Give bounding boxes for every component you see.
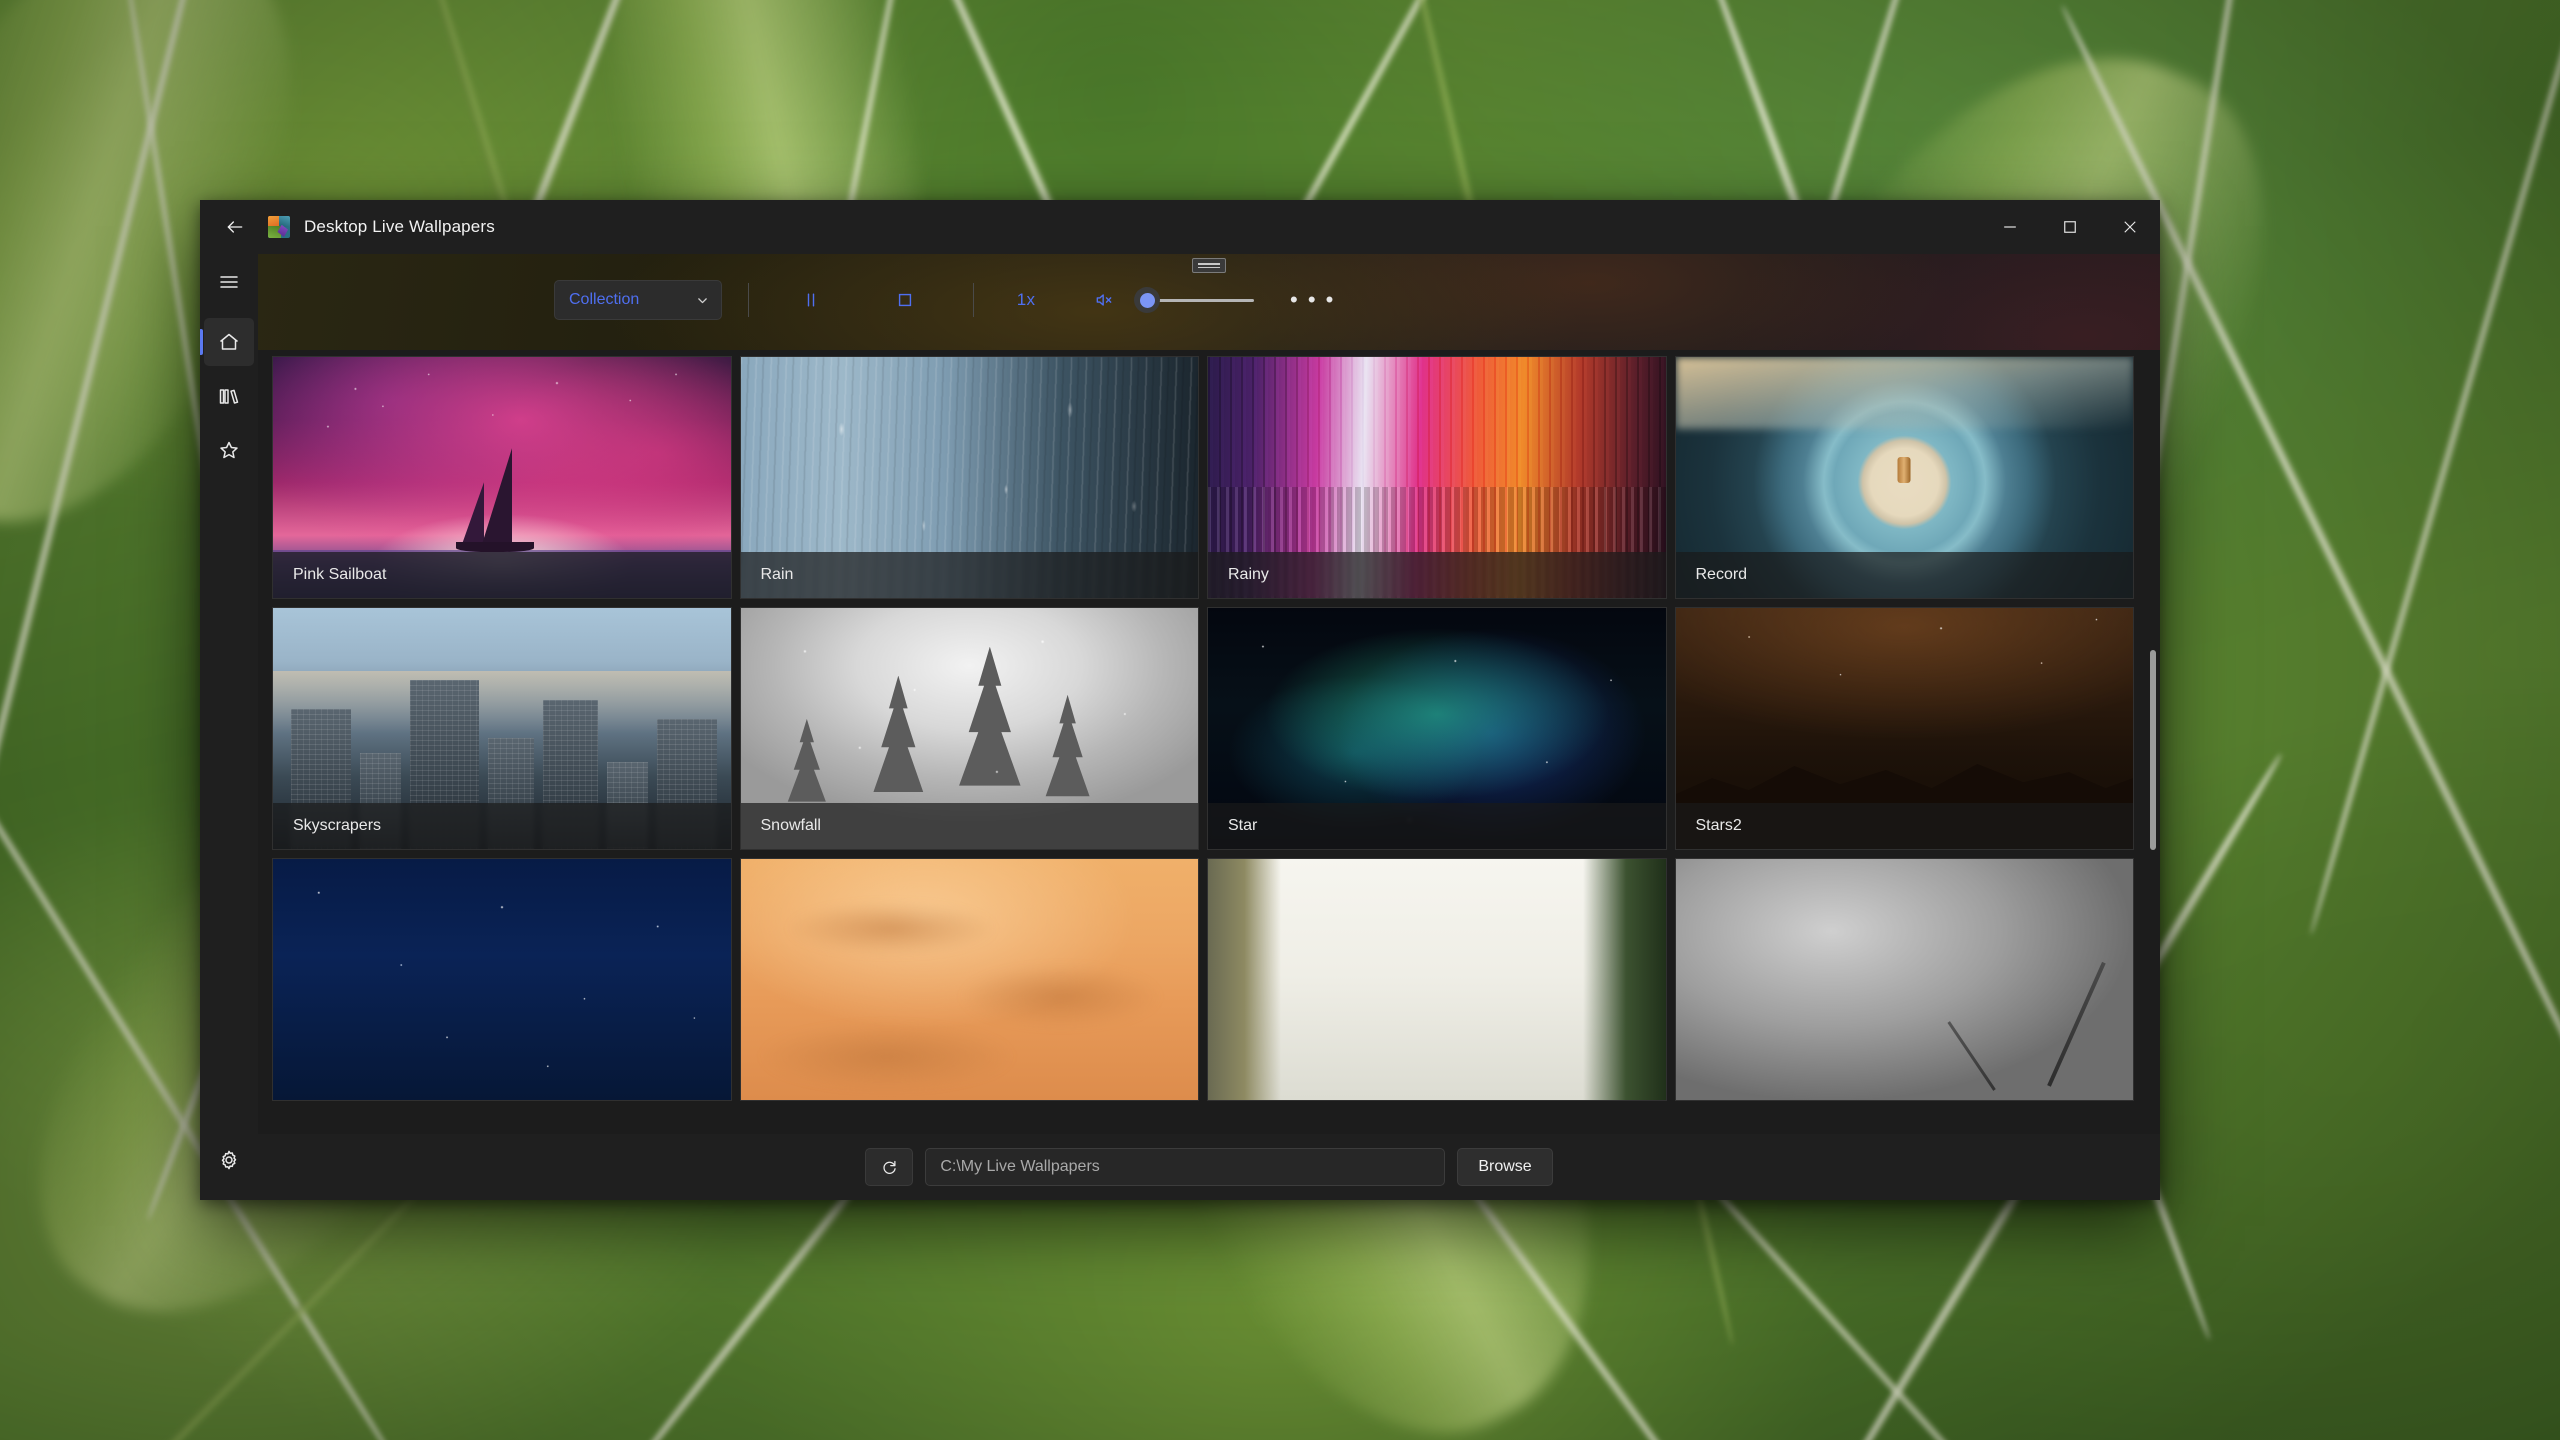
toolbar-divider-2 xyxy=(973,283,974,317)
volume-slider-thumb[interactable] xyxy=(1134,287,1160,313)
wallpaper-tile[interactable] xyxy=(739,858,1199,1101)
playback-toolbar: Collection 1x • • • xyxy=(258,280,2160,320)
tile-thumbnail xyxy=(740,859,1198,1100)
app-logo-icon xyxy=(268,216,290,238)
grid-scrollbar-thumb[interactable] xyxy=(2150,649,2156,850)
browse-button[interactable]: Browse xyxy=(1457,1148,1553,1186)
tile-thumbnail xyxy=(1675,859,2133,1100)
wallpaper-tile[interactable]: Pink Sailboat xyxy=(272,356,732,599)
tile-label: Stars2 xyxy=(1675,803,2133,849)
tile-label: Star xyxy=(1208,803,1666,849)
playback-speed-button[interactable]: 1x xyxy=(1004,280,1048,320)
content-area: Collection 1x • • • Pink Sailboat Rain R… xyxy=(258,254,2160,1200)
page-title: Desktop Live Wallpapers xyxy=(304,217,495,236)
tile-label: Rain xyxy=(740,552,1198,598)
window-controls xyxy=(1980,200,2160,254)
toolbar-divider-1 xyxy=(748,283,749,317)
tile-thumbnail xyxy=(273,859,731,1100)
maximize-button[interactable] xyxy=(2040,200,2100,254)
toolbar-drag-handle[interactable] xyxy=(1192,258,1226,273)
refresh-icon[interactable] xyxy=(865,1148,914,1186)
tile-label: Skyscrapers xyxy=(273,803,731,849)
window-body: Collection 1x • • • Pink Sailboat Rain R… xyxy=(200,254,2160,1200)
sidebar-item-favorites[interactable] xyxy=(204,426,254,474)
wallpaper-tile[interactable]: Snowfall xyxy=(739,607,1199,850)
tile-label: Record xyxy=(1675,552,2133,598)
volume-slider[interactable] xyxy=(1134,280,1254,320)
tile-label: Rainy xyxy=(1208,552,1666,598)
folder-path-input[interactable]: C:\My Live Wallpapers xyxy=(925,1148,1446,1186)
live-preview-toolbar-strip: Collection 1x • • • xyxy=(258,254,2160,350)
tile-label: Pink Sailboat xyxy=(273,552,731,598)
folder-path-bar: C:\My Live Wallpapers Browse xyxy=(258,1134,2160,1200)
browse-button-label: Browse xyxy=(1478,1158,1532,1175)
playback-speed-label: 1x xyxy=(1016,290,1036,309)
tile-label: Snowfall xyxy=(740,803,1198,849)
chevron-down-icon xyxy=(696,294,709,307)
wallpaper-grid-area: Pink Sailboat Rain Rainy Record Skyscrap… xyxy=(258,350,2160,1134)
wallpaper-tile[interactable]: Stars2 xyxy=(1674,607,2134,850)
wallpaper-tile[interactable]: Skyscrapers xyxy=(272,607,732,850)
wallpaper-tile[interactable]: Record xyxy=(1674,356,2134,599)
app-window: Desktop Live Wallpapers Collection 1x • … xyxy=(200,200,2160,1200)
more-options-button[interactable]: • • • xyxy=(1280,280,1345,320)
wallpaper-tile[interactable]: Rainy xyxy=(1207,356,1667,599)
gear-icon[interactable] xyxy=(204,1136,254,1184)
minimize-button[interactable] xyxy=(1980,200,2040,254)
collection-dropdown[interactable]: Collection xyxy=(554,280,722,320)
wallpaper-tile[interactable] xyxy=(1207,858,1667,1101)
navigation-sidebar xyxy=(200,254,258,1200)
collection-dropdown-label: Collection xyxy=(569,291,640,308)
title-bar: Desktop Live Wallpapers xyxy=(200,200,2160,254)
wallpaper-tile[interactable] xyxy=(1674,858,2134,1101)
pause-button[interactable] xyxy=(789,280,833,320)
folder-path-value: C:\My Live Wallpapers xyxy=(940,1158,1100,1175)
close-button[interactable] xyxy=(2100,200,2160,254)
wallpaper-tile[interactable]: Star xyxy=(1207,607,1667,850)
stop-button[interactable] xyxy=(883,280,927,320)
sidebar-item-library[interactable] xyxy=(204,372,254,420)
hamburger-menu-icon[interactable] xyxy=(204,258,254,306)
grid-scrollbar[interactable] xyxy=(2150,358,2156,1126)
back-arrow-icon[interactable] xyxy=(208,204,262,250)
sidebar-item-home[interactable] xyxy=(200,318,254,366)
wallpaper-tile[interactable]: Rain xyxy=(739,356,1199,599)
more-options-label: • • • xyxy=(1290,287,1336,312)
volume-slider-track xyxy=(1148,298,1254,302)
tile-thumbnail xyxy=(1208,859,1666,1100)
wallpaper-tile[interactable] xyxy=(272,858,732,1101)
wallpaper-grid: Pink Sailboat Rain Rainy Record Skyscrap… xyxy=(258,356,2150,1101)
volume-muted-icon[interactable] xyxy=(1082,280,1126,320)
